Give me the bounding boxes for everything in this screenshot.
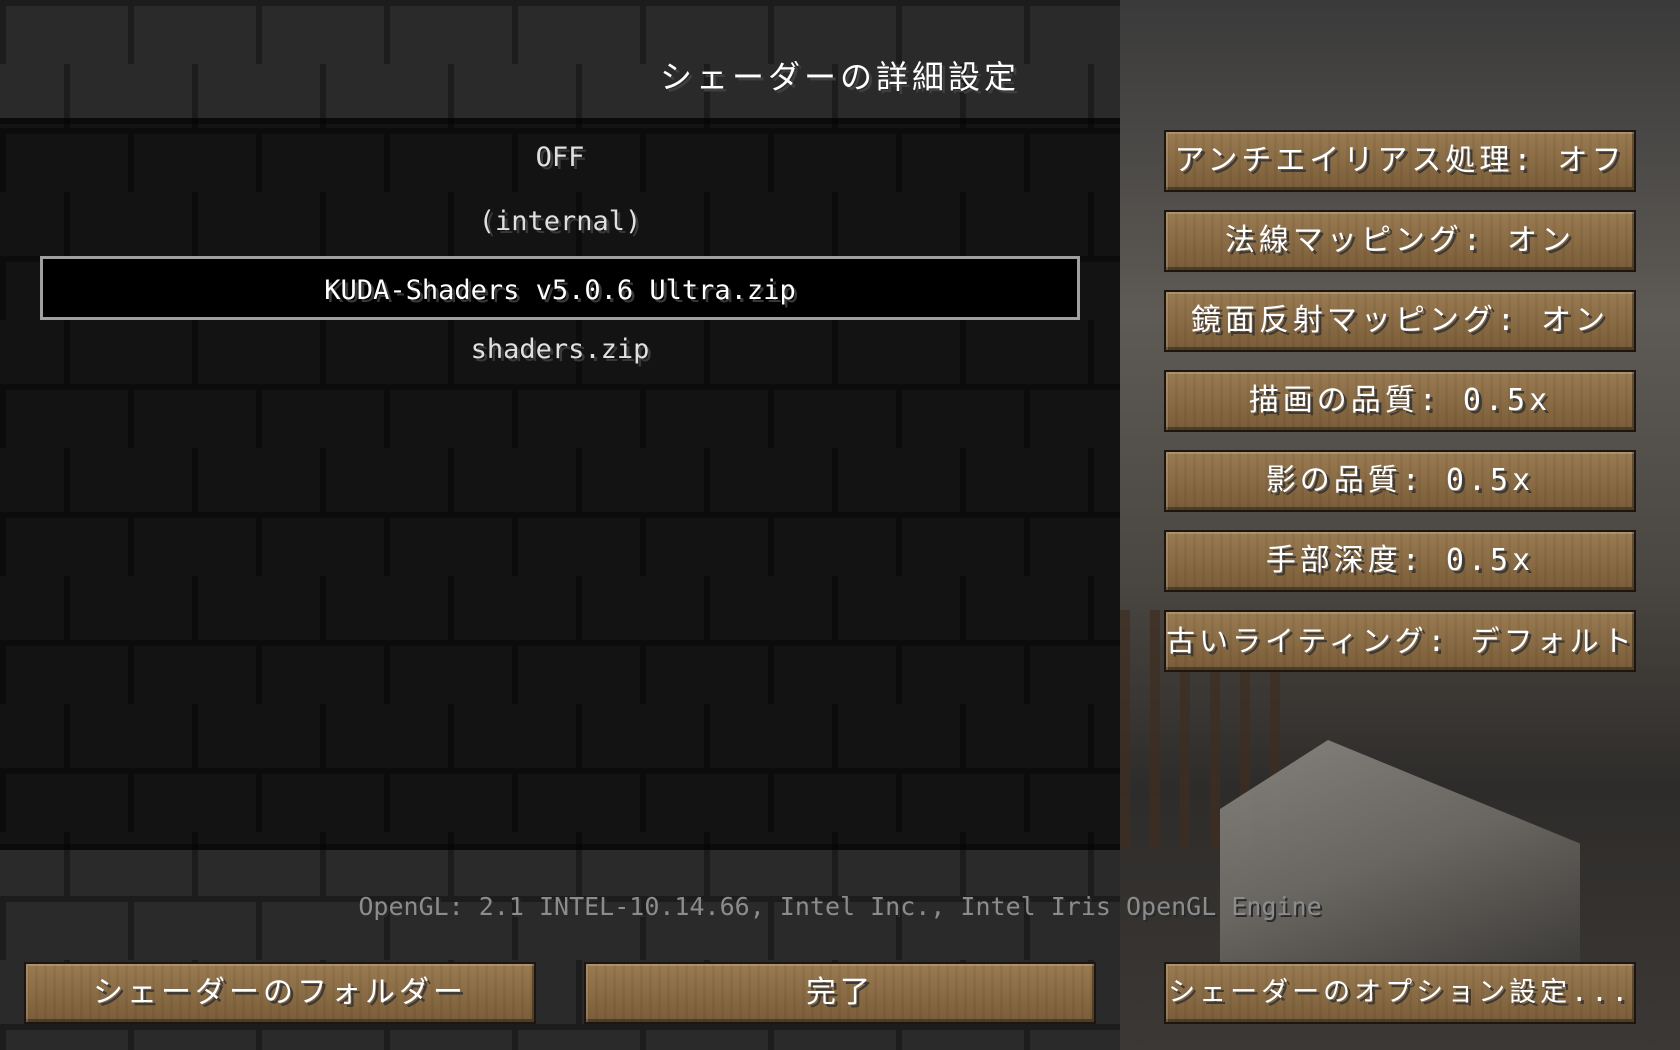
shader-pack-internal[interactable]: (internal) xyxy=(40,190,1080,254)
render-quality-button[interactable]: 描画の品質: 0.5x xyxy=(1164,370,1636,432)
shader-settings-screen: シェーダーの詳細設定 OFF (internal) KUDA-Shaders v… xyxy=(0,0,1680,1050)
normal-mapping-button[interactable]: 法線マッピング: オン xyxy=(1164,210,1636,272)
specular-mapping-button[interactable]: 鏡面反射マッピング: オン xyxy=(1164,290,1636,352)
shader-folder-button[interactable]: シェーダーのフォルダー xyxy=(24,962,536,1024)
hand-depth-button[interactable]: 手部深度: 0.5x xyxy=(1164,530,1636,592)
shader-pack-kuda-selected[interactable]: KUDA-Shaders v5.0.6 Ultra.zip xyxy=(40,256,1080,320)
roof-scenery xyxy=(1220,740,1580,970)
shader-pack-shaders-zip[interactable]: shaders.zip xyxy=(40,318,1080,382)
shader-pack-off[interactable]: OFF xyxy=(40,126,1080,190)
opengl-info: OpenGL: 2.1 INTEL-10.14.66, Intel Inc., … xyxy=(358,892,1322,921)
page-title: シェーダーの詳細設定 xyxy=(659,58,1020,96)
done-button[interactable]: 完了 xyxy=(584,962,1096,1024)
shadow-quality-button[interactable]: 影の品質: 0.5x xyxy=(1164,450,1636,512)
old-lighting-button[interactable]: 古いライティング: デフォルト xyxy=(1164,610,1636,672)
antialiasing-button[interactable]: アンチエイリアス処理: オフ xyxy=(1164,130,1636,192)
shader-options-button[interactable]: シェーダーのオプション設定... xyxy=(1164,962,1636,1024)
